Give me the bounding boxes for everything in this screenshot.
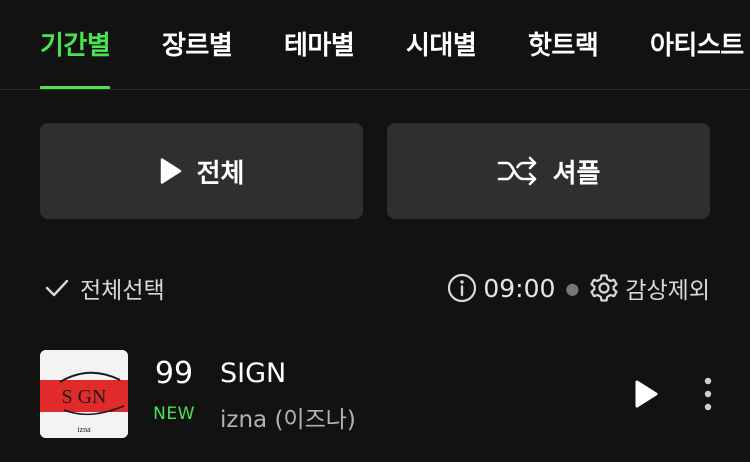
play-icon (635, 380, 658, 408)
tab-hot-track[interactable]: 핫트랙 (528, 28, 599, 89)
track-row[interactable]: S GN izna 99 NEW SIGN izna (이즈나) (0, 340, 750, 450)
track-play-button[interactable] (628, 374, 664, 414)
album-art-title: S GN (61, 386, 106, 408)
shuffle-button[interactable]: 셔플 (387, 123, 710, 219)
select-all-toggle[interactable]: 전체선택 (44, 268, 165, 308)
album-cover[interactable]: S GN izna (40, 350, 128, 438)
tab-theme[interactable]: 테마별 (284, 28, 355, 89)
select-all-label: 전체선택 (80, 278, 165, 304)
shuffle-label: 셔플 (552, 158, 601, 189)
tab-period[interactable]: 기간별 (40, 28, 111, 89)
shuffle-icon (497, 156, 536, 186)
track-more-button[interactable] (694, 374, 722, 414)
album-art-image: S GN izna (40, 350, 128, 438)
track-artist[interactable]: izna (이즈나) (220, 400, 356, 434)
album-art-artist: izna (77, 425, 91, 434)
separator-dot: ● (565, 278, 580, 298)
tab-era[interactable]: 시대별 (406, 28, 477, 89)
new-badge: NEW (153, 404, 195, 424)
tab-artist[interactable]: 아티스트 (650, 28, 744, 89)
play-all-label: 전체 (196, 158, 245, 189)
exclude-from-listening-button[interactable]: 감상제외 (625, 271, 710, 305)
play-all-button[interactable]: 전체 (40, 123, 363, 219)
track-title[interactable]: SIGN (220, 358, 286, 389)
track-rank: 99 (154, 356, 194, 391)
category-tab-bar: 기간별 장르별 테마별 시대별 핫트랙 아티스트 (0, 0, 750, 90)
play-icon (160, 158, 181, 184)
more-vertical-icon (704, 377, 712, 411)
tab-genre[interactable]: 장르별 (162, 28, 233, 89)
gear-icon[interactable] (589, 273, 619, 303)
info-icon[interactable] (447, 273, 477, 303)
chart-meta: 09:00 ● 감상제외 (447, 268, 710, 308)
update-time: 09:00 (483, 273, 556, 303)
check-icon (45, 279, 69, 297)
